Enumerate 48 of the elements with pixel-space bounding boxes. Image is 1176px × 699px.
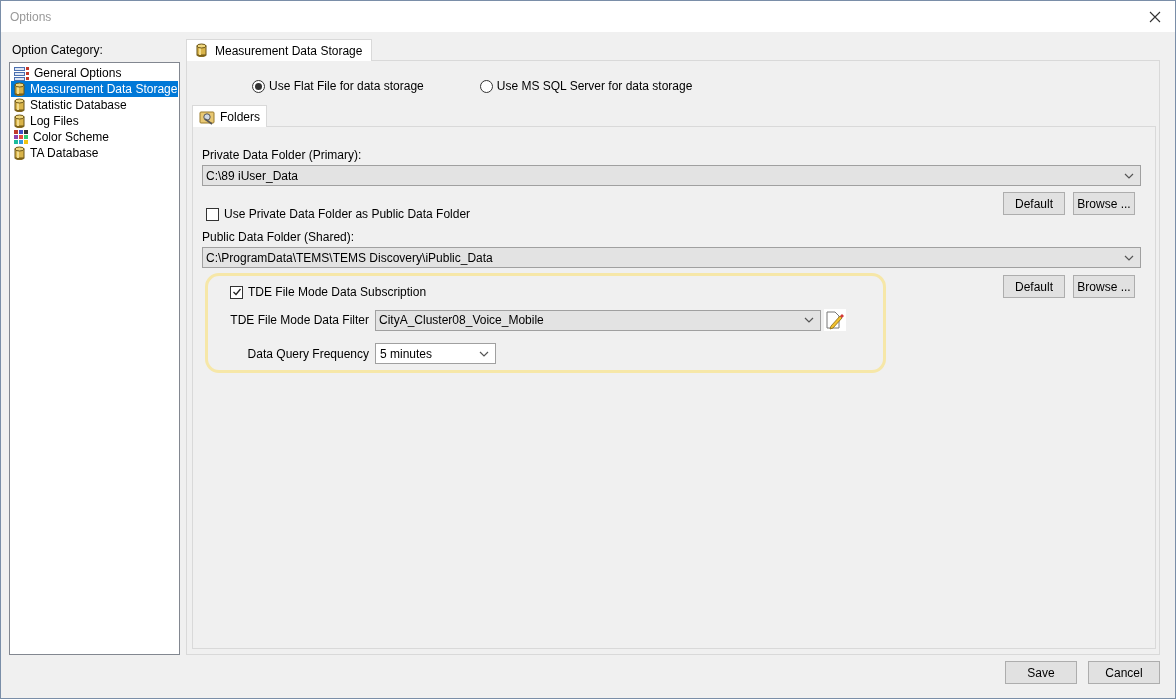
field-label: Private Data Folder (Primary):	[202, 147, 363, 161]
category-item[interactable]: Statistic Database	[11, 97, 178, 113]
button[interactable]: Default	[1003, 192, 1065, 215]
window-title: Options	[10, 8, 52, 26]
category-item[interactable]: Log Files	[11, 113, 178, 129]
category-item[interactable]: Color Scheme	[11, 129, 178, 145]
dropdown[interactable]: CityA_Cluster08_Voice_Mobile	[375, 309, 821, 331]
chevron-down-icon	[1124, 254, 1134, 261]
button[interactable]: Cancel	[1088, 661, 1160, 684]
radio-button[interactable]	[479, 79, 493, 93]
button[interactable]: Default	[1003, 275, 1065, 298]
section-label: Option Category:	[11, 42, 104, 59]
checkbox-label[interactable]: TDE File Mode Data Subscription	[248, 283, 427, 301]
edit-button[interactable]	[824, 309, 846, 331]
button[interactable]: Browse ...	[1073, 275, 1135, 298]
tab[interactable]: Folders	[192, 105, 267, 127]
color-grid-icon	[14, 130, 28, 144]
dropdown[interactable]: C:\ProgramData\TEMS\TEMS Discovery\iPublic_Data	[202, 247, 1141, 268]
checkbox[interactable]	[206, 207, 219, 221]
check-icon	[231, 287, 242, 297]
checkbox-label[interactable]: Use Private Data Folder as Public Data Folder	[224, 205, 471, 223]
category-item[interactable]: Measurement Data Storage	[11, 81, 178, 97]
radio-button[interactable]	[252, 79, 265, 93]
radio-option[interactable]: Use MS SQL Server for data storage	[479, 77, 693, 95]
button[interactable]: Save	[1005, 661, 1077, 684]
tools-folder-icon	[199, 108, 216, 125]
database-icon	[14, 97, 25, 113]
category-item[interactable]: TA Database	[11, 145, 178, 161]
database-icon	[14, 145, 25, 161]
field-label: Public Data Folder (Shared):	[202, 229, 356, 243]
pencil-document-icon	[825, 310, 845, 330]
checkbox[interactable]	[230, 285, 243, 299]
database-icon	[14, 113, 25, 129]
radio-option[interactable]: Use Flat File for data storage	[252, 77, 424, 95]
field-label: Data Query Frequency	[246, 345, 370, 363]
category-item[interactable]: General Options	[11, 65, 178, 81]
field-label: TDE File Mode Data Filter	[230, 312, 370, 329]
button[interactable]: Browse ...	[1073, 192, 1135, 215]
chevron-down-icon	[479, 350, 489, 357]
database-icon	[196, 43, 207, 58]
chevron-down-icon	[804, 317, 814, 323]
chevron-down-icon	[1124, 172, 1134, 179]
close-icon	[1149, 10, 1161, 23]
list-icon	[14, 65, 29, 81]
database-icon	[14, 81, 25, 97]
dropdown[interactable]: C:\89 iUser_Data	[202, 165, 1141, 186]
tab[interactable]: Measurement Data Storage	[186, 39, 373, 61]
dropdown[interactable]: 5 minutes	[375, 343, 496, 364]
